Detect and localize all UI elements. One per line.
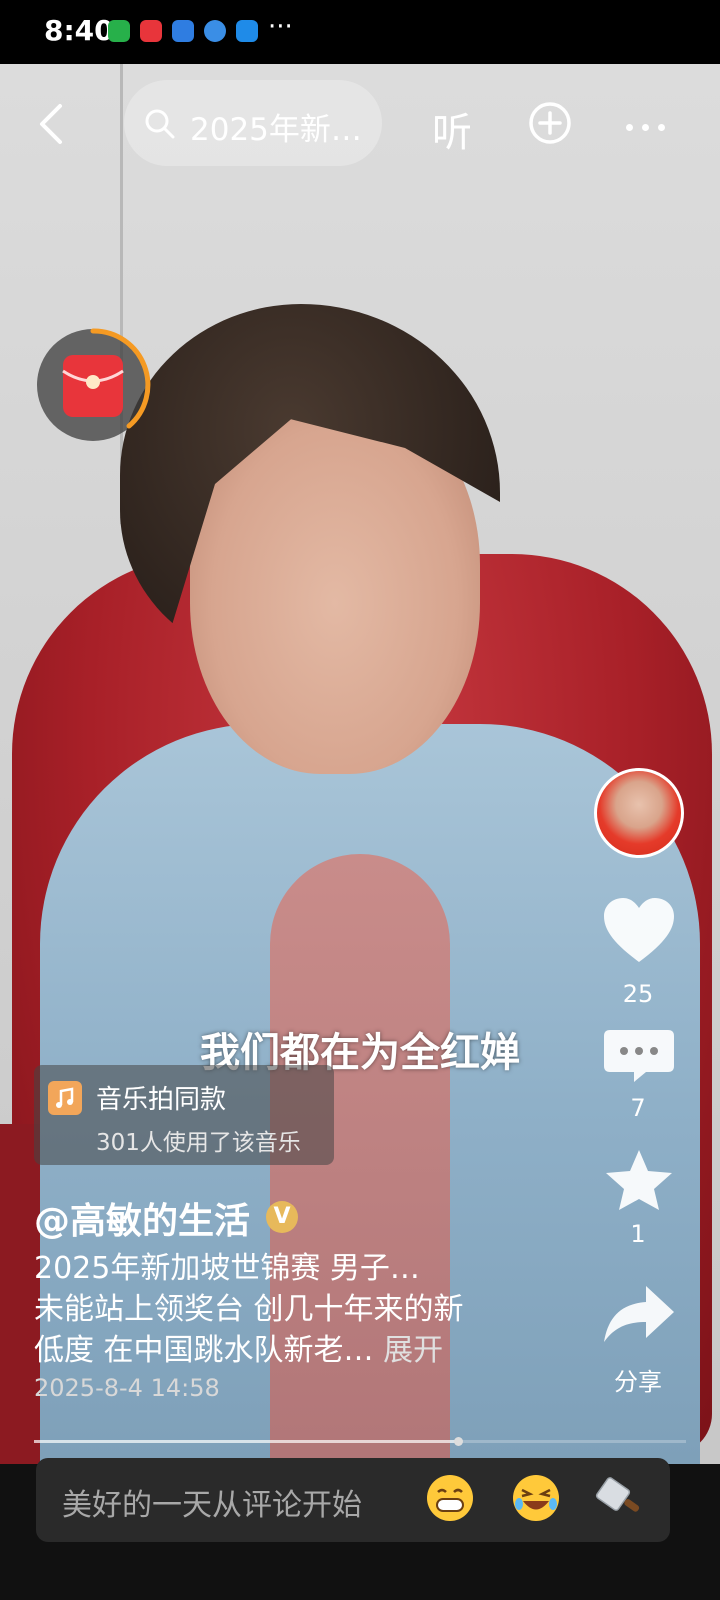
share-button[interactable] — [602, 1282, 676, 1350]
music-same-style-card[interactable]: 音乐拍同款 301人使用了该音乐 — [34, 1065, 334, 1165]
video-description[interactable]: 2025年新加坡世锦赛 男子… 未能站上领奖台 创几十年来的新 低度 在中国跳水… — [34, 1248, 574, 1371]
status-more-icon: ··· — [268, 12, 293, 42]
status-time: 8:40 — [44, 14, 114, 47]
playback-progress[interactable] — [34, 1437, 686, 1446]
music-usage: 301人使用了该音乐 — [96, 1130, 301, 1156]
progress-fill — [34, 1440, 458, 1443]
comment-placeholder: 美好的一天从评论开始 — [62, 1488, 362, 1523]
laugh-emoji-icon[interactable] — [510, 1472, 562, 1524]
favorite-count: 1 — [630, 1220, 646, 1248]
red-packet-button[interactable] — [35, 327, 151, 443]
description-line: 未能站上领奖台 创几十年来的新 — [34, 1292, 464, 1327]
shield-icon — [172, 20, 194, 42]
grin-emoji-icon[interactable] — [424, 1472, 476, 1524]
heart-icon — [604, 898, 674, 962]
cleaver-icon[interactable] — [594, 1472, 646, 1524]
back-button[interactable] — [34, 100, 74, 148]
like-button[interactable] — [602, 896, 676, 970]
star-icon — [606, 1150, 672, 1210]
weibo-icon — [236, 20, 258, 42]
status-bar: 8:40 ··· — [0, 0, 720, 64]
listen-button[interactable]: 听 — [432, 100, 472, 158]
add-button[interactable] — [528, 101, 572, 145]
search-icon — [145, 109, 175, 139]
description-line: 低度 在中国跳水队新老… — [34, 1333, 384, 1368]
music-icon — [48, 1081, 82, 1115]
verified-badge: V — [266, 1201, 298, 1233]
comment-icon — [604, 1030, 674, 1082]
app-notification-icon — [140, 20, 162, 42]
search-query: 2025年新… — [190, 112, 362, 148]
expand-link[interactable]: 展开 — [383, 1333, 443, 1368]
music-title: 音乐拍同款 — [96, 1085, 227, 1115]
favorite-button[interactable] — [602, 1148, 676, 1216]
browser-icon — [204, 20, 226, 42]
like-count: 25 — [622, 980, 654, 1008]
more-icon — [626, 124, 633, 131]
comment-button[interactable] — [602, 1026, 676, 1090]
plus-circle-icon — [529, 102, 571, 144]
wechat-icon — [108, 20, 130, 42]
share-icon — [604, 1286, 674, 1342]
share-label: 分享 — [614, 1368, 662, 1396]
author-name[interactable]: @高敏的生活 — [34, 1192, 250, 1244]
post-date: 2025-8-4 14:58 — [34, 1374, 220, 1402]
comment-count: 7 — [630, 1094, 646, 1122]
progress-knob[interactable] — [453, 1437, 463, 1446]
comment-input[interactable]: 美好的一天从评论开始 — [36, 1458, 670, 1542]
red-packet-icon — [37, 328, 151, 441]
author-avatar[interactable] — [594, 768, 684, 858]
description-line: 2025年新加坡世锦赛 男子… — [34, 1251, 420, 1286]
search-box[interactable]: 2025年新… — [124, 80, 382, 166]
more-button[interactable] — [626, 116, 674, 135]
back-icon — [40, 104, 62, 144]
